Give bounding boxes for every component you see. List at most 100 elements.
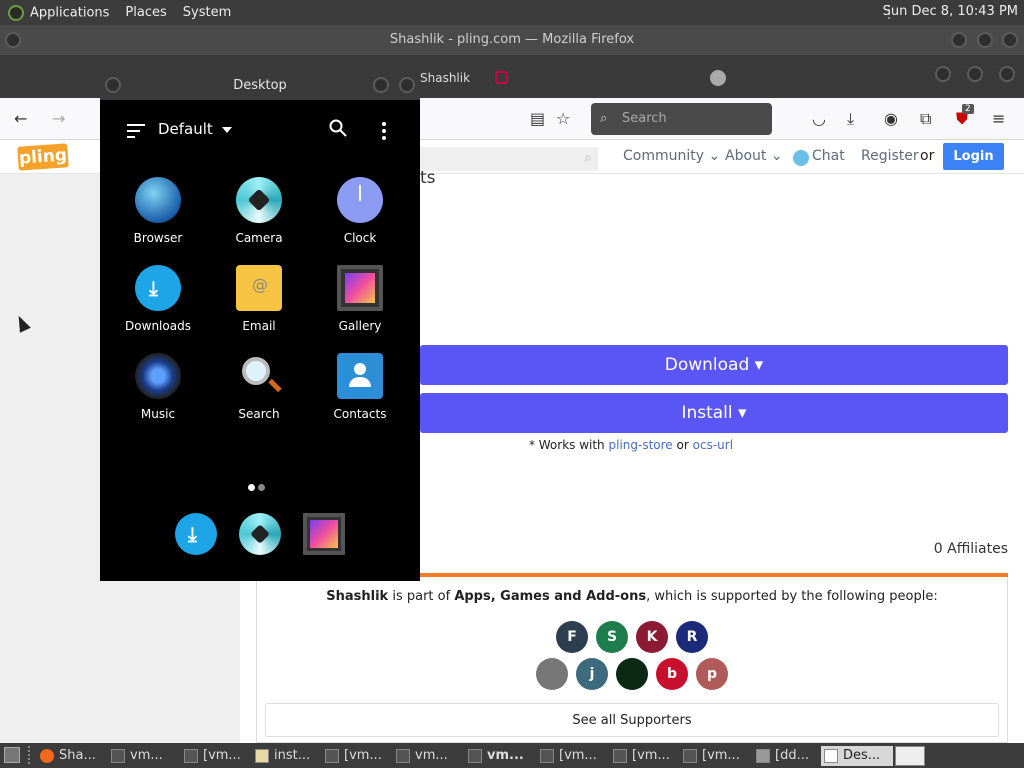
extensions-icon[interactable]: ⧉ — [920, 109, 931, 129]
firefox-titlebar: Shashlik - pling.com — Mozilla Firefox — [0, 25, 1024, 55]
email-icon: @ — [236, 265, 282, 311]
pling-store-link[interactable]: pling-store — [609, 438, 673, 452]
back-icon[interactable]: ← — [14, 109, 27, 128]
app-camera[interactable]: Camera — [209, 177, 309, 245]
terminal-icon — [540, 749, 554, 763]
window-icon — [824, 749, 838, 763]
app-gallery[interactable]: Gallery — [310, 265, 410, 333]
login-button[interactable]: Login — [943, 143, 1004, 170]
search-icon[interactable] — [329, 119, 347, 137]
download-button[interactable]: Download ▾ — [420, 345, 1008, 385]
task-terminal[interactable]: vm... — [108, 746, 163, 766]
desktop-window-minimize[interactable] — [373, 77, 389, 93]
bookmark-star-icon[interactable]: ☆ — [556, 109, 570, 128]
app-browser[interactable]: Browser — [108, 177, 208, 245]
nav-register[interactable]: Register — [861, 148, 919, 164]
install-button[interactable]: Install ▾ — [420, 393, 1008, 433]
window-menu-button[interactable] — [5, 32, 21, 48]
close-button[interactable] — [1002, 32, 1018, 48]
minimize-button[interactable] — [951, 32, 967, 48]
task-desktop[interactable]: Des... — [821, 746, 893, 766]
task-terminal[interactable]: [vm... — [181, 746, 241, 766]
dock-camera[interactable] — [239, 513, 281, 555]
dock-gallery[interactable] — [303, 513, 345, 555]
search-bar[interactable]: ⌕ Search — [591, 103, 772, 135]
tab-action-3[interactable] — [999, 66, 1015, 82]
clock-icon — [337, 177, 383, 223]
nav-community[interactable]: Community ⌄ — [623, 148, 720, 164]
task-terminal[interactable]: vm... — [393, 746, 448, 766]
extension-badge: 2 — [962, 104, 974, 114]
download-icon: ⤓ — [135, 265, 181, 311]
applications-menu[interactable]: Applications — [8, 4, 109, 21]
see-all-supporters-button[interactable]: See all Supporters — [265, 703, 999, 737]
supporter-avatar[interactable]: p — [696, 658, 728, 690]
desktop-window-titlebar: Desktop — [100, 72, 420, 100]
nav-chat[interactable]: Chat — [793, 148, 845, 166]
tab-action-1[interactable] — [935, 66, 951, 82]
taskbar: Sha... vm... [vm... inst... [vm... vm...… — [0, 743, 1024, 768]
hamburger-menu-icon[interactable]: ≡ — [992, 109, 1005, 128]
account-icon[interactable]: ◉ — [884, 109, 898, 128]
desktop-window-close[interactable] — [399, 77, 415, 93]
task-terminal[interactable]: [vm... — [610, 746, 670, 766]
workspace-switcher[interactable] — [895, 746, 925, 766]
supporter-avatar-photo[interactable] — [616, 658, 648, 690]
pling-logo[interactable]: pling — [17, 143, 69, 171]
page-dot-active[interactable] — [248, 484, 255, 491]
supporter-avatar[interactable]: S — [596, 621, 628, 653]
top-panel: Applications Places System Sun Dec 8, 10… — [0, 0, 1024, 25]
task-terminal[interactable]: [vm... — [680, 746, 740, 766]
tab-active[interactable]: Shashlik ✕ — [420, 63, 480, 115]
ocs-url-link[interactable]: ocs-url — [693, 438, 733, 452]
pocket-icon[interactable]: ◡ — [812, 109, 826, 128]
supporter-avatar-photo[interactable] — [536, 658, 568, 690]
dock-downloads[interactable]: ⤓ — [175, 513, 217, 555]
places-menu[interactable]: Places — [125, 5, 166, 20]
supporter-avatar[interactable]: K — [636, 621, 668, 653]
chevron-down-icon[interactable] — [222, 127, 232, 133]
tab-github[interactable] — [705, 63, 815, 93]
tab-action-2[interactable] — [967, 66, 983, 82]
task-terminal[interactable]: [vm... — [322, 746, 382, 766]
tab-3[interactable] — [490, 63, 680, 93]
app-downloads[interactable]: ⤓ Downloads — [108, 265, 208, 333]
page-indicator — [248, 476, 268, 495]
site-search-input[interactable]: ⌕ — [420, 147, 598, 171]
show-desktop-icon[interactable] — [4, 747, 20, 763]
supporters-card: Shashlik is part of Apps, Games and Add-… — [256, 577, 1008, 743]
panel-clock[interactable]: Sun Dec 8, 10:43 PM — [883, 4, 1018, 19]
nav-about[interactable]: About ⌄ — [725, 148, 783, 164]
app-music[interactable]: Music — [108, 353, 208, 421]
system-menu[interactable]: System — [183, 5, 231, 20]
contacts-icon — [337, 353, 383, 399]
affiliates-count[interactable]: 0 Affiliates — [934, 541, 1008, 557]
task-terminal[interactable]: vm... — [465, 746, 524, 766]
site-search-icon: ⌕ — [584, 150, 592, 166]
task-editor[interactable]: inst... — [252, 746, 310, 766]
supporter-avatar[interactable]: b — [656, 658, 688, 690]
overflow-menu-icon[interactable] — [382, 122, 386, 143]
page-dot[interactable] — [258, 484, 265, 491]
maximize-button[interactable] — [977, 32, 993, 48]
reader-view-icon[interactable]: ▤ — [530, 109, 545, 128]
downloads-icon[interactable]: ⤓ — [847, 109, 854, 129]
profile-dropdown[interactable]: Default — [158, 120, 213, 138]
tab-1[interactable] — [10, 63, 100, 93]
app-email[interactable]: @ Email — [209, 265, 309, 333]
sort-icon[interactable] — [127, 124, 145, 142]
supporter-avatar[interactable]: F — [556, 621, 588, 653]
forward-icon[interactable]: → — [52, 109, 65, 128]
launcher-toolbar: Default — [100, 100, 420, 158]
task-folder[interactable]: [dd... — [753, 746, 809, 766]
supporter-avatar[interactable]: R — [676, 621, 708, 653]
camera-icon — [236, 177, 282, 223]
task-firefox[interactable]: Sha... — [37, 746, 96, 766]
window-title: Shashlik - pling.com — Mozilla Firefox — [389, 32, 635, 47]
desktop-window-menu-button[interactable] — [105, 77, 121, 93]
task-terminal[interactable]: [vm... — [537, 746, 597, 766]
supporter-avatar[interactable]: j — [576, 658, 608, 690]
app-contacts[interactable]: Contacts — [310, 353, 410, 421]
app-search[interactable]: Search — [209, 353, 309, 421]
app-clock[interactable]: Clock — [310, 177, 410, 245]
